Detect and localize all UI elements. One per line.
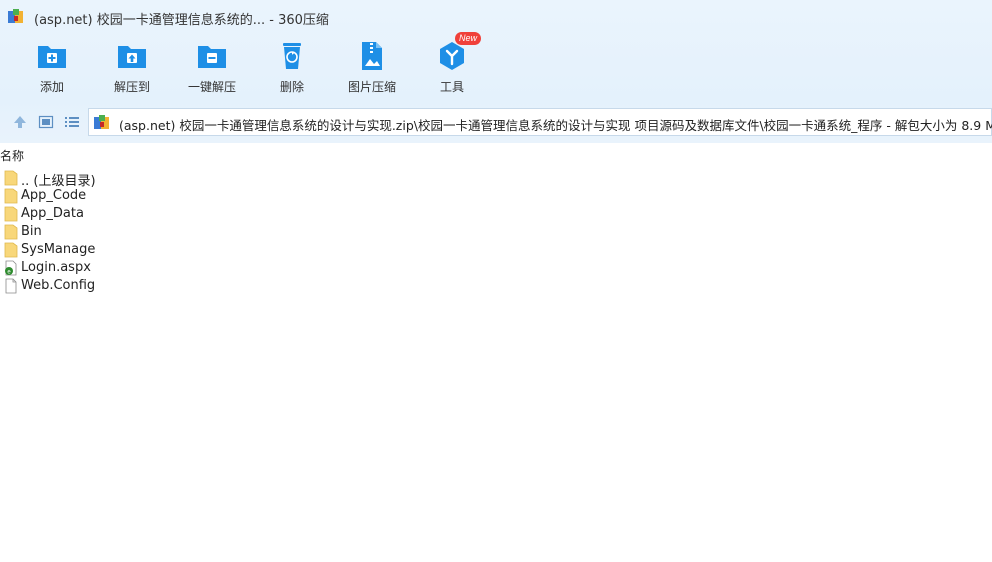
list-item-bin[interactable]: Bin [0, 223, 300, 241]
aspx-file-icon: e [5, 260, 17, 276]
list-item-app-code[interactable]: App_Code [0, 187, 300, 205]
item-name: Web.Config [21, 278, 96, 293]
top-panel: (asp.net) 校园一卡通管理信息系统的... - 360压缩 添加 解压到… [0, 0, 992, 143]
item-name: App_Data [21, 206, 84, 221]
up-arrow-icon[interactable] [12, 114, 28, 130]
column-header-name[interactable]: 名称 [0, 147, 24, 164]
delete-button[interactable]: 删除 [259, 38, 325, 96]
image-compress-button[interactable]: 图片压缩 [339, 38, 405, 96]
file-list: .. (上级目录) App_Code App_Data Bin SysManag… [0, 169, 992, 295]
title-bar: (asp.net) 校园一卡通管理信息系统的... - 360压缩 [0, 0, 992, 34]
add-button[interactable]: 添加 [19, 38, 85, 96]
one-click-extract-button[interactable]: 一键解压 [179, 38, 245, 96]
list-item-parent-dir[interactable]: .. (上级目录) [0, 169, 300, 189]
item-name: SysManage [21, 242, 96, 257]
extract-to-label: 解压到 [113, 80, 150, 94]
archive-icon [94, 115, 109, 129]
list-item-sysmanage[interactable]: SysManage [0, 241, 300, 259]
extract-to-icon [118, 46, 146, 68]
new-badge: New [455, 32, 482, 45]
tools-button[interactable]: New 工具 [419, 32, 485, 96]
item-name: App_Code [21, 188, 87, 203]
app-logo-icon [8, 9, 23, 23]
address-path: (asp.net) 校园一卡通管理信息系统的设计与实现.zip\校园一卡通管理信… [119, 118, 992, 133]
list-item-login-aspx[interactable]: e Login.aspx [0, 259, 300, 277]
folder-icon [4, 188, 18, 204]
file-icon [5, 278, 17, 294]
folder-icon [4, 206, 18, 222]
recycle-bin-icon [283, 43, 301, 69]
address-bar[interactable]: (asp.net) 校园一卡通管理信息系统的设计与实现.zip\校园一卡通管理信… [88, 108, 992, 136]
window-title: (asp.net) 校园一卡通管理信息系统的... - 360压缩 [34, 13, 329, 28]
thumbnail-view-icon[interactable] [38, 114, 54, 130]
list-item-web-config[interactable]: Web.Config [0, 277, 300, 295]
list-item-app-data[interactable]: App_Data [0, 205, 300, 223]
folder-icon [4, 170, 18, 186]
folder-icon [4, 224, 18, 240]
image-compress-label: 图片压缩 [347, 80, 396, 94]
add-folder-icon [38, 46, 66, 68]
one-click-extract-label: 一键解压 [187, 80, 236, 94]
one-click-extract-icon [198, 46, 226, 68]
tools-label: 工具 [439, 80, 464, 94]
folder-icon [4, 242, 18, 258]
item-name: Login.aspx [21, 260, 91, 275]
extract-to-button[interactable]: 解压到 [99, 38, 165, 96]
item-name: Bin [21, 224, 42, 239]
image-compress-icon [362, 42, 382, 70]
delete-label: 删除 [279, 80, 304, 94]
list-view-icon[interactable] [64, 114, 80, 130]
add-label: 添加 [39, 80, 64, 94]
